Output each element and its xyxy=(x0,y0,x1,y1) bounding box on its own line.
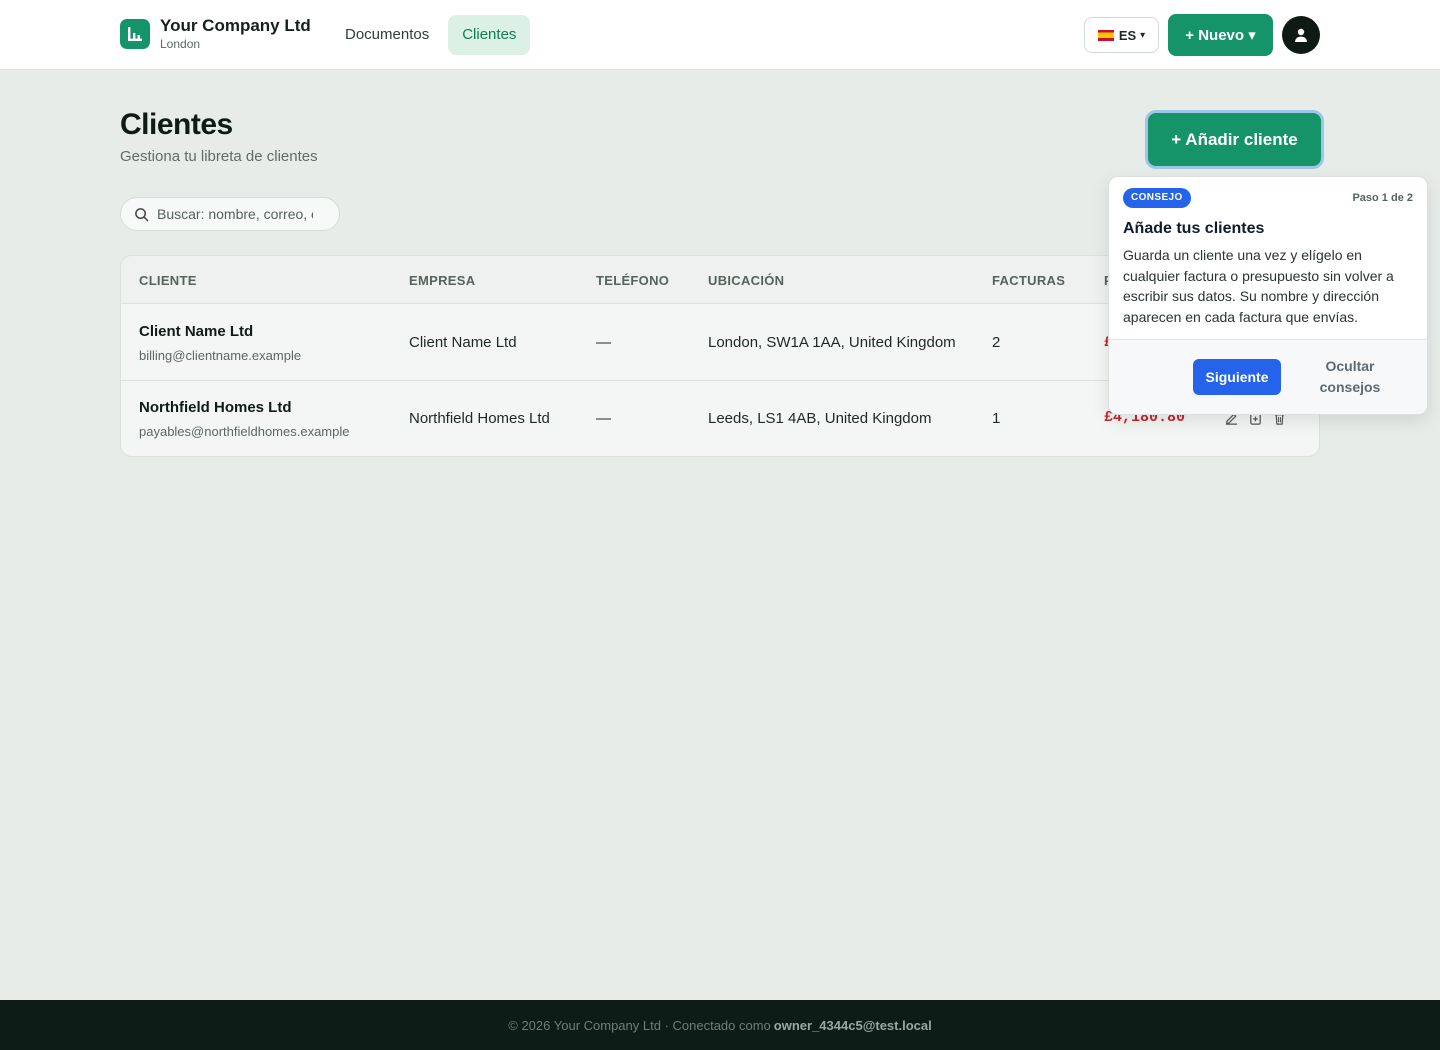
tip-next-button[interactable]: Siguiente xyxy=(1193,359,1281,395)
new-document-button[interactable]: + Nuevo ▾ xyxy=(1168,14,1273,56)
client-phone: — xyxy=(596,334,611,351)
page-title: Clientes xyxy=(120,108,233,141)
top-navigation-bar: Your Company Ltd London Documentos Clien… xyxy=(0,0,1440,70)
chevron-down-icon: ▾ xyxy=(1140,29,1146,41)
tip-footer: Siguiente Ocultar consejos xyxy=(1109,339,1427,414)
onboarding-tooltip: CONSEJO Paso 1 de 2 Añade tus clientes G… xyxy=(1108,176,1428,415)
column-header-empresa[interactable]: EMPRESA xyxy=(409,273,475,288)
page-footer: © 2026 Your Company Ltd · Conectado como… xyxy=(0,1000,1440,1050)
client-email: payables@northfieldhomes.example xyxy=(139,424,350,439)
company-name: Your Company Ltd xyxy=(160,16,311,35)
brand-logo-icon xyxy=(120,18,150,49)
tip-body: Guarda un cliente una vez y elígelo en c… xyxy=(1123,247,1394,325)
column-header-ubicacion[interactable]: UBICACIÓN xyxy=(708,273,784,288)
client-invoice-count: 1 xyxy=(992,410,1001,427)
main-nav: Documentos Clientes xyxy=(331,15,535,55)
nav-documentos[interactable]: Documentos xyxy=(331,15,443,55)
tip-step-counter: Paso 1 de 2 xyxy=(1352,192,1413,204)
language-code: ES xyxy=(1118,27,1137,43)
search-input[interactable] xyxy=(157,206,313,222)
language-selector[interactable]: ES ▾ xyxy=(1084,17,1159,53)
client-company: Client Name Ltd xyxy=(409,334,517,351)
nav-clientes[interactable]: Clientes xyxy=(448,15,531,55)
client-invoice-count: 2 xyxy=(992,334,1001,351)
column-header-facturas[interactable]: FACTURAS xyxy=(992,273,1065,288)
tip-badge: CONSEJO xyxy=(1123,188,1191,208)
client-name[interactable]: Client Name Ltd xyxy=(139,323,253,340)
client-location: London, SW1A 1AA, United Kingdom xyxy=(708,334,956,351)
spain-flag-icon xyxy=(1097,29,1114,41)
client-phone: — xyxy=(596,410,611,427)
add-client-button[interactable]: + Añadir cliente xyxy=(1148,113,1321,166)
column-header-cliente[interactable]: CLIENTE xyxy=(139,273,197,288)
hide-tips-button[interactable]: Ocultar consejos xyxy=(1305,356,1395,398)
user-icon xyxy=(1295,28,1307,42)
column-header-telefono[interactable]: TELÉFONO xyxy=(596,273,669,288)
brand[interactable]: Your Company Ltd London xyxy=(120,16,311,51)
client-location: Leeds, LS1 4AB, United Kingdom xyxy=(708,410,932,427)
company-city: London xyxy=(160,37,201,51)
client-name[interactable]: Northfield Homes Ltd xyxy=(139,399,292,416)
client-email: billing@clientname.example xyxy=(139,348,302,363)
footer-user: owner_4344c5@test.local xyxy=(773,1017,932,1033)
client-company: Northfield Homes Ltd xyxy=(409,410,550,427)
user-avatar[interactable] xyxy=(1282,16,1320,54)
search-box[interactable] xyxy=(120,197,340,231)
tip-title: Añade tus clientes xyxy=(1123,220,1265,237)
page-subtitle: Gestiona tu libreta de clientes xyxy=(120,148,318,165)
search-icon xyxy=(135,207,149,221)
footer-text: © 2026 Your Company Ltd · Conectado como xyxy=(508,1017,771,1033)
